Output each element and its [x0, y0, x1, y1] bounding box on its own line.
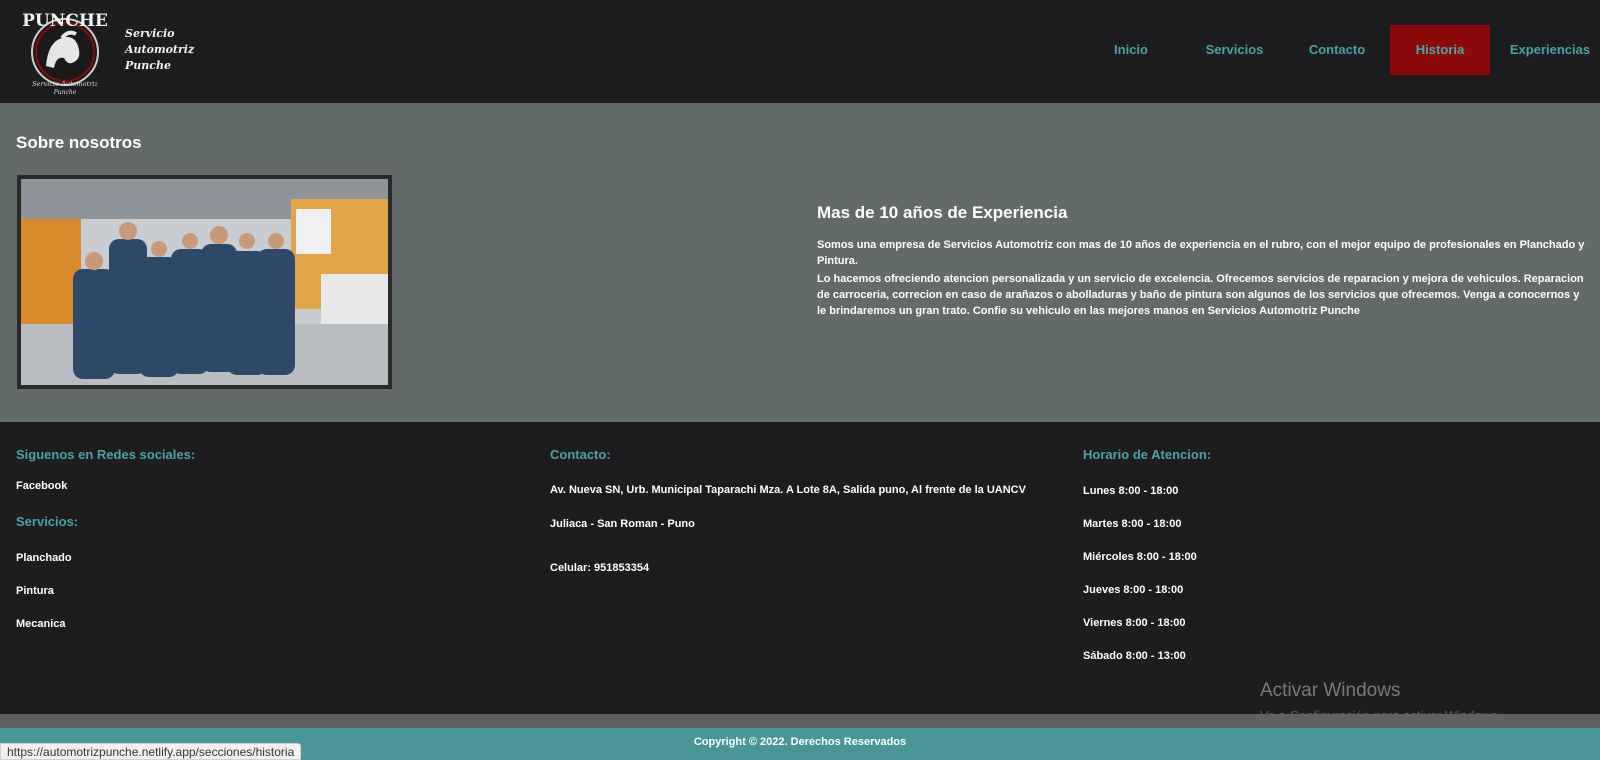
phone: Celular: 951853354: [550, 562, 650, 574]
address: Av. Nueva SN, Urb. Municipal Taparachi M…: [550, 484, 1026, 496]
brand-name: Servicio Automotriz Punche: [125, 26, 194, 74]
service-item: Mecanica: [16, 618, 66, 630]
hours-item: Viernes 8:00 - 18:00: [1083, 617, 1186, 629]
logo-subtitle-2: Punche: [53, 89, 77, 96]
about-section: Sobre nosotros Mas de 10 años de Experie…: [0, 103, 1600, 422]
logo-subtitle: Servicio Automotriz: [32, 80, 98, 88]
footer: Siguenos en Redes sociales: Facebook Ser…: [0, 422, 1600, 714]
brand-line: Automotriz: [125, 43, 195, 56]
experience-paragraph-1: Somos una empresa de Servicios Automotri…: [817, 239, 1585, 267]
services-title: Servicios:: [16, 514, 79, 529]
brand-line: Punche: [125, 59, 171, 72]
service-item: Planchado: [16, 552, 72, 564]
hours-item: Jueves 8:00 - 18:00: [1083, 584, 1184, 596]
nav-experiencias[interactable]: Experiencias: [1500, 25, 1600, 75]
windows-activation-title: Activar Windows: [1260, 680, 1401, 701]
brand-line: Servicio: [125, 27, 175, 40]
team-photo: [17, 175, 392, 389]
facebook-link[interactable]: Facebook: [16, 480, 67, 492]
footer-divider: [0, 714, 1600, 728]
nav-historia[interactable]: Historia: [1390, 25, 1490, 75]
hours-item: Miércoles 8:00 - 18:00: [1083, 551, 1197, 563]
social-title: Siguenos en Redes sociales:: [16, 447, 196, 462]
hours-item: Martes 8:00 - 18:00: [1083, 518, 1182, 530]
nav-servicios[interactable]: Servicios: [1190, 25, 1279, 75]
about-title: Sobre nosotros: [16, 133, 142, 152]
nav-contacto[interactable]: Contacto: [1297, 25, 1377, 75]
hours-item: Lunes 8:00 - 18:00: [1083, 485, 1179, 497]
main-nav: Inicio Servicios Contacto Historia Exper…: [1090, 25, 1600, 75]
service-item: Pintura: [16, 585, 54, 597]
experience-title: Mas de 10 años de Experiencia: [817, 203, 1068, 222]
logo-wordmark: PUNCHE: [22, 11, 108, 31]
contact-title: Contacto:: [550, 447, 611, 462]
experience-paragraph-2: Lo hacemos ofreciendo atencion personali…: [817, 273, 1584, 317]
status-bar-url: https://automotrizpunche.netlify.app/sec…: [0, 743, 302, 760]
punche-logo[interactable]: PUNCHE Servicio Automotriz Punche: [22, 6, 108, 96]
hours-item: Sábado 8:00 - 13:00: [1083, 650, 1186, 662]
nav-inicio[interactable]: Inicio: [1090, 25, 1172, 75]
hours-title: Horario de Atencion:: [1083, 447, 1212, 462]
header: PUNCHE Servicio Automotriz Punche Servic…: [0, 0, 1600, 103]
city: Juliaca - San Roman - Puno: [550, 518, 695, 530]
